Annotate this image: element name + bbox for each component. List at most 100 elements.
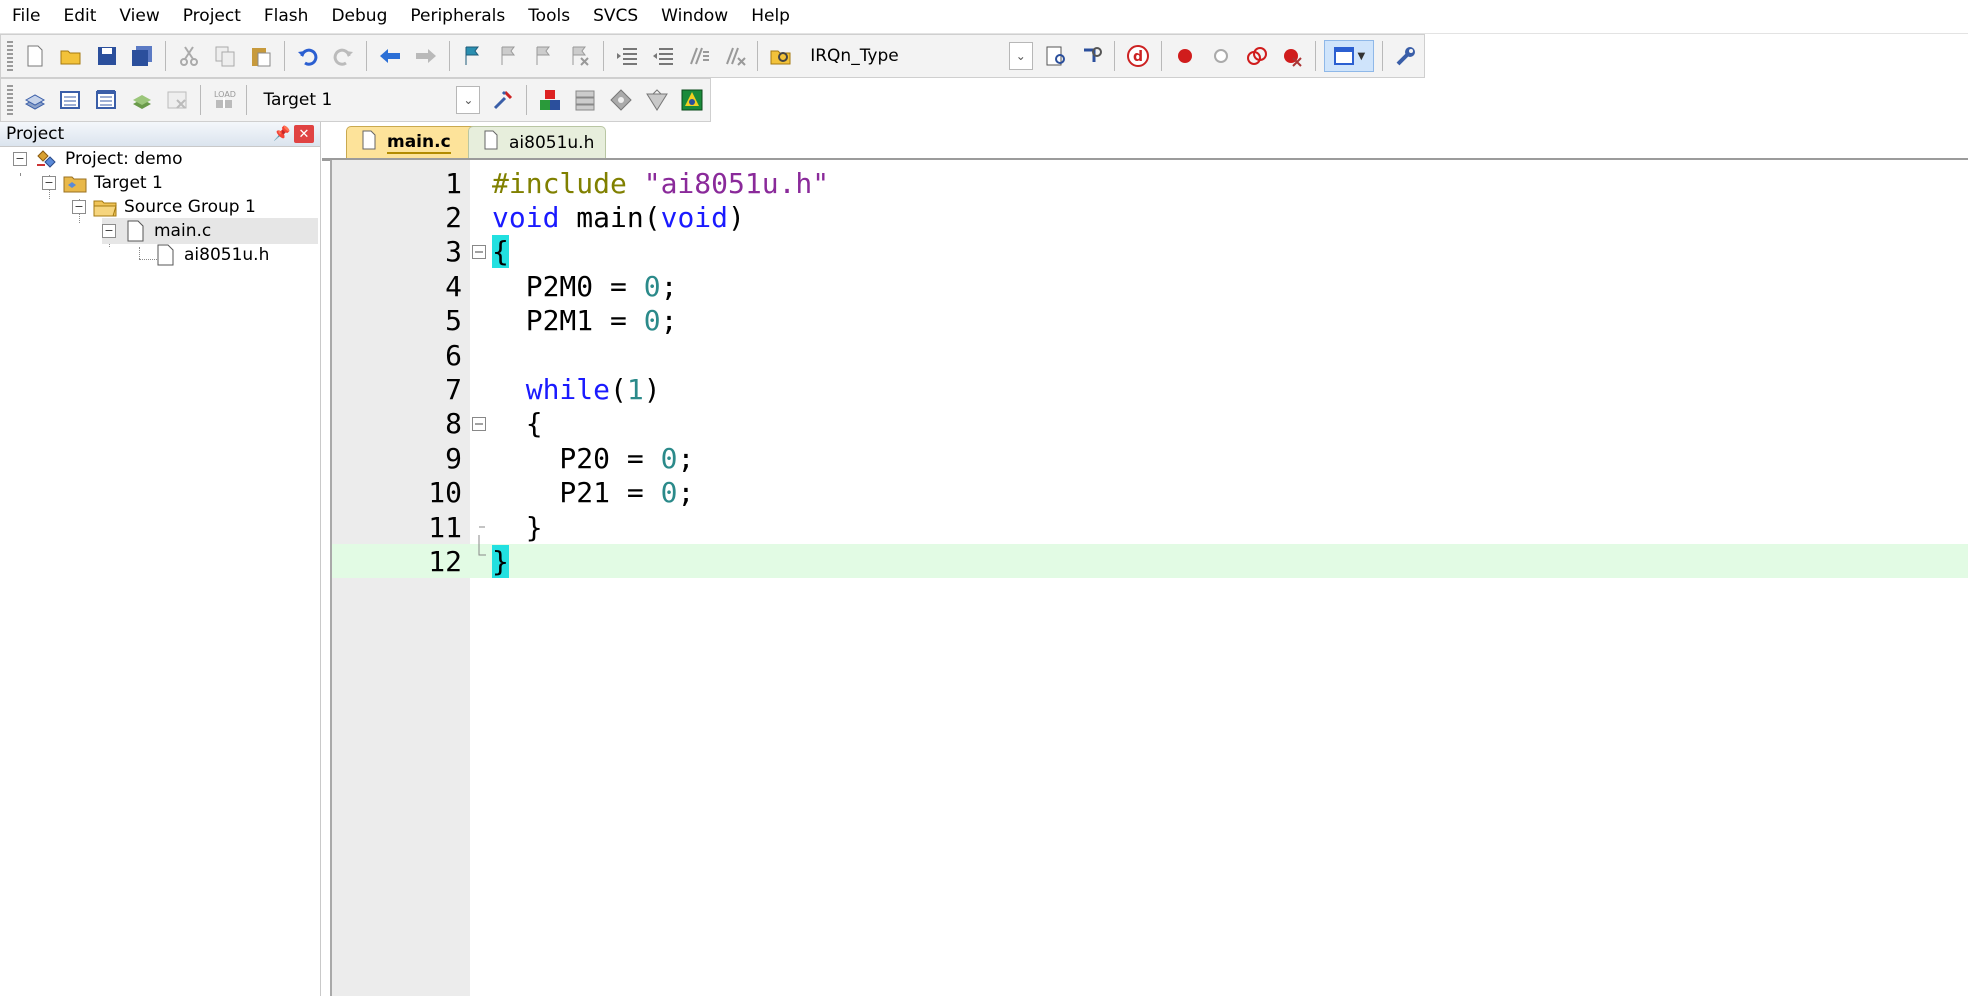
batch-build-button[interactable] <box>127 85 157 115</box>
insert-breakpoint-button[interactable] <box>1170 41 1200 71</box>
pin-icon[interactable]: 📌 <box>270 126 294 142</box>
undo-button[interactable] <box>293 41 323 71</box>
code-line[interactable]: 10 P21 = 0; <box>332 476 1968 510</box>
redo-button[interactable] <box>328 41 358 71</box>
manage-runtime-environment-button[interactable] <box>606 85 636 115</box>
toolbar-grip[interactable] <box>7 85 13 115</box>
comment-button[interactable] <box>684 41 714 71</box>
code-token: P2M0 = <box>492 269 644 303</box>
code-line-text: P20 = 0; <box>492 442 694 475</box>
chevron-down-icon[interactable]: ⌄ <box>1008 42 1033 70</box>
fold-toggle-icon[interactable] <box>472 244 486 259</box>
find-combo[interactable]: IRQn_Type ⌄ <box>803 40 1034 72</box>
menu-flash[interactable]: Flash <box>252 0 320 33</box>
tree-node-ai8051u-h[interactable]: ai8051u.h <box>152 242 269 268</box>
stop-build-button[interactable] <box>162 85 192 115</box>
save-all-button[interactable] <box>127 41 157 71</box>
kill-all-breakpoints-button[interactable] <box>1278 41 1308 71</box>
enable-breakpoint-button[interactable] <box>1206 41 1236 71</box>
tree-node-source-group[interactable]: − Source Group 1 <box>72 194 256 220</box>
close-icon[interactable]: ✕ <box>294 125 314 143</box>
tree-node-project[interactable]: − Project: demo <box>13 146 183 172</box>
select-packs-button[interactable] <box>571 85 601 115</box>
find-in-files-button[interactable] <box>766 41 796 71</box>
window-layout-dropdown[interactable]: ▼ <box>1324 40 1375 72</box>
toolbar-separator <box>1315 41 1317 71</box>
menu-tools[interactable]: Tools <box>516 0 581 33</box>
collapse-toggle-icon[interactable]: − <box>72 200 86 214</box>
navigate-back-button[interactable] <box>375 41 405 71</box>
collapse-toggle-icon[interactable]: − <box>102 224 116 238</box>
line-number: 10 <box>428 476 462 510</box>
chevron-down-icon[interactable]: ⌄ <box>456 86 481 114</box>
build-button[interactable] <box>56 85 86 115</box>
code-line[interactable]: 2 void main(void) <box>332 200 1968 234</box>
manage-project-items-button[interactable] <box>535 85 565 115</box>
disable-all-breakpoints-button[interactable] <box>1242 41 1272 71</box>
find-replace-button[interactable] <box>1077 41 1107 71</box>
rebuild-button[interactable] <box>91 85 121 115</box>
indent-button[interactable] <box>612 41 642 71</box>
brace-match-highlight: { <box>492 235 509 269</box>
menu-window[interactable]: Window <box>649 0 739 33</box>
code-line[interactable]: 7 while(1) <box>332 372 1968 406</box>
line-number: 4 <box>445 269 462 303</box>
copy-button[interactable] <box>210 41 240 71</box>
cut-button[interactable] <box>174 41 204 71</box>
code-token: P20 = <box>492 441 661 475</box>
incremental-find-button[interactable] <box>1041 41 1071 71</box>
previous-bookmark-button[interactable] <box>494 41 524 71</box>
new-file-button[interactable] <box>20 41 50 71</box>
target-select[interactable]: Target 1 ⌄ <box>256 84 482 116</box>
insert-bookmark-button[interactable] <box>458 41 488 71</box>
open-file-button[interactable] <box>56 41 86 71</box>
code-line[interactable]: 5 P2M1 = 0; <box>332 304 1968 338</box>
next-bookmark-button[interactable] <box>530 41 560 71</box>
options-for-target-button[interactable] <box>488 85 518 115</box>
menu-edit[interactable]: Edit <box>51 0 107 33</box>
paste-button[interactable] <box>246 41 276 71</box>
line-number: 5 <box>445 304 462 338</box>
menu-project[interactable]: Project <box>171 0 252 33</box>
toolbar-separator <box>283 41 285 71</box>
code-line[interactable]: 8 { <box>332 407 1968 441</box>
menu-file[interactable]: File <box>0 0 51 33</box>
toolbar-grip[interactable] <box>7 41 13 71</box>
menu-help[interactable]: Help <box>739 0 801 33</box>
menu-debug[interactable]: Debug <box>319 0 398 33</box>
debug-session-button[interactable]: d <box>1123 41 1153 71</box>
code-line-text: { <box>492 235 509 269</box>
unindent-button[interactable] <box>648 41 678 71</box>
tab-ai8051u-h[interactable]: ai8051u.h <box>468 126 606 158</box>
tree-node-target[interactable]: − Target 1 <box>42 170 163 196</box>
code-line[interactable]: 11 } <box>332 510 1968 544</box>
menu-view[interactable]: View <box>107 0 170 33</box>
configure-tools-button[interactable] <box>1391 41 1421 71</box>
code-line[interactable]: 3{ <box>332 235 1968 269</box>
download-load-button[interactable]: LOAD <box>209 85 239 115</box>
code-line[interactable]: 4 P2M0 = 0; <box>332 269 1968 303</box>
save-button[interactable] <box>92 41 122 71</box>
toolbar-separator <box>757 41 759 71</box>
uncomment-button[interactable] <box>720 41 750 71</box>
translate-button[interactable] <box>20 85 50 115</box>
menu-peripherals[interactable]: Peripherals <box>398 0 516 33</box>
tree-node-main-c[interactable]: − main.c <box>102 218 318 244</box>
code-line[interactable]: 1 #include "ai8051u.h" <box>332 166 1968 200</box>
navigate-forward-button[interactable] <box>411 41 441 71</box>
code-token: void <box>660 200 729 234</box>
code-line-text: P2M1 = 0; <box>492 304 678 337</box>
code-line[interactable]: 6 <box>332 338 1968 372</box>
collapse-toggle-icon[interactable]: − <box>13 152 27 166</box>
line-number: 7 <box>445 372 462 406</box>
fold-toggle-icon[interactable] <box>472 416 486 431</box>
clear-bookmarks-button[interactable] <box>565 41 595 71</box>
menu-svcs[interactable]: SVCS <box>581 0 649 33</box>
code-editor[interactable]: 1 #include "ai8051u.h" 2 void main(void) 3{4… <box>330 160 1968 996</box>
collapse-toggle-icon[interactable]: − <box>42 176 56 190</box>
stc-isp-button[interactable] <box>677 85 707 115</box>
code-line[interactable]: 9 P20 = 0; <box>332 441 1968 475</box>
line-number: 9 <box>445 441 462 475</box>
pack-installer-button[interactable] <box>642 85 672 115</box>
code-line[interactable]: 12} <box>332 535 1968 579</box>
